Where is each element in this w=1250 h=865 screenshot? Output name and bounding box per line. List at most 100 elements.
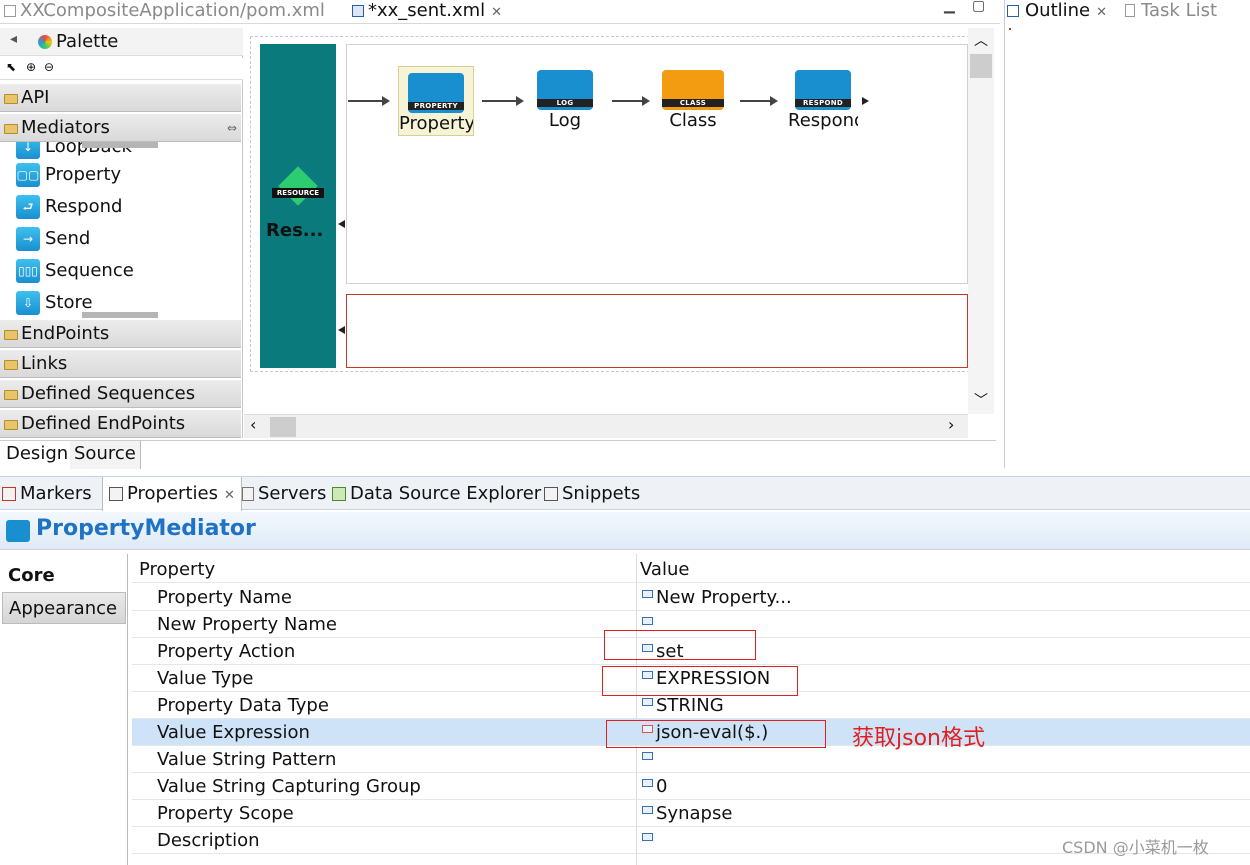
editor-tab-label: *xx_sent.xml [368,0,486,21]
palette-item-label: Respond [45,196,123,217]
loopback-icon: ↓ [16,142,40,159]
mediator-property[interactable]: PROPERTY Property [398,66,474,136]
flow-arrow [740,96,778,106]
folder-icon [4,330,18,340]
tab-task-list[interactable]: Task List [1125,0,1217,24]
palette-item-property[interactable]: ▢▢ Property [16,160,121,190]
palette-item-send[interactable]: → Send [16,224,90,254]
highlight-box-action [604,630,756,660]
property-value-cell[interactable]: Synapse [638,800,732,827]
palette-icon [38,35,52,49]
tab-snippets[interactable]: Snippets [544,477,640,511]
close-icon[interactable]: ✕ [224,488,235,503]
value-text: 0 [656,776,668,797]
mediator-respond[interactable]: RESPOND Respond [788,70,858,132]
palette-item-label: Sequence [45,260,134,281]
maximize-icon[interactable]: ▢ [972,0,985,14]
drawer-defined-sequences[interactable]: Defined Sequences [0,380,241,408]
select-tool-icon[interactable]: ⬉ [6,60,16,74]
property-name-cell: Value String Capturing Group [157,776,421,797]
database-icon [332,487,346,501]
property-value-cell[interactable] [638,746,656,773]
collapse-left-icon[interactable]: ◂ [10,31,17,47]
mediator-class[interactable]: CLASS Class [658,70,728,132]
property-value-cell[interactable]: STRING [638,692,724,719]
mediator-log[interactable]: LOG Log [530,70,600,132]
drawer-mediators[interactable]: Mediators ⇔ [0,114,241,142]
outline-marker [1009,28,1011,30]
property-value-cell[interactable]: New Property... [638,584,792,611]
tab-outline[interactable]: Outline ✕ [1007,0,1107,24]
flow-arrow [612,96,650,106]
property-value-cell[interactable]: 0 [638,773,667,800]
close-icon[interactable]: ✕ [491,5,502,20]
minimize-icon[interactable]: ▁ [944,0,955,14]
value-field-icon [642,617,653,625]
drawer-label: EndPoints [21,323,110,344]
table-row[interactable]: Property Data Type STRING [132,692,1250,719]
tab-data-source-explorer[interactable]: Data Source Explorer [332,477,541,511]
palette-item-sequence[interactable]: ▯▯▯ Sequence [16,256,134,286]
eclipse-window: XXCompositeApplication/pom.xml *xx_sent.… [0,0,1250,865]
palette-title: Palette [56,31,119,52]
drawer-api[interactable]: API [0,84,241,112]
mediator-tag: LOG [537,99,593,107]
highlight-box-expression [606,720,826,748]
scroll-down-handle[interactable] [82,312,158,318]
property-value-cell[interactable] [638,827,656,854]
sequence-icon: ▯▯▯ [16,259,40,283]
zoom-in-icon[interactable]: ⊕ [26,60,36,74]
scroll-thumb[interactable] [270,417,296,437]
tab-core[interactable]: Core [2,560,126,592]
drawer-label: Links [21,353,68,374]
mediator-label: Property [399,113,473,134]
chevron-left-icon[interactable]: ‹ [250,415,256,434]
table-row[interactable]: Property Scope Synapse [132,800,1250,827]
table-row[interactable]: Property Name New Property... [132,584,1250,611]
respond-icon: RESPOND [795,70,851,110]
drawer-label: API [21,87,50,108]
chevron-up-icon[interactable]: ︿ [974,30,988,50]
scroll-thumb[interactable] [970,54,992,78]
editor-tab-xx-sent[interactable]: *xx_sent.xml ✕ [352,0,502,24]
drawer-links[interactable]: Links [0,350,241,378]
palette-item-respond[interactable]: ⮐ Respond [16,192,122,222]
chevron-right-icon[interactable]: › [948,415,954,434]
table-row[interactable]: Value String Capturing Group 0 [132,773,1250,800]
scroll-up-handle[interactable] [82,142,158,148]
tab-markers[interactable]: Markers [2,477,92,511]
close-icon[interactable]: ✕ [1096,5,1107,20]
resource-bar[interactable]: RESOURCE Res... [260,44,336,368]
table-row[interactable]: Value String Pattern [132,746,1250,773]
drawer-label: Defined Sequences [21,383,196,404]
drawer-endpoints[interactable]: EndPoints [0,320,241,348]
tab-properties[interactable]: Properties ✕ [102,477,242,511]
editor-tab-label: XXCompositeApplication/pom.xml [20,0,325,21]
value-text: STRING [656,695,724,716]
mediator-tag: CLASS [662,99,724,107]
tab-servers[interactable]: Servers [242,477,326,511]
canvas-horizontal-scrollbar[interactable]: ‹ › [244,414,968,438]
property-name-cell: Property Scope [157,803,294,824]
pin-icon[interactable]: ⇔ [227,114,237,142]
property-table: Property Value Property Name New Property… [132,554,1250,865]
drawer-defined-endpoints[interactable]: Defined EndPoints [0,410,241,438]
end-arrow-marker [862,97,869,105]
tab-design[interactable]: Design [2,441,74,469]
column-header-property: Property [139,559,216,580]
tab-label: Snippets [562,483,641,504]
tab-source[interactable]: Source [70,441,141,469]
tab-appearance[interactable]: Appearance [2,592,126,624]
design-source-tabs: Design Source [0,440,996,469]
chevron-down-icon[interactable]: ﹀ [974,390,988,410]
task-list-icon [1125,4,1135,17]
zoom-out-icon[interactable]: ⊖ [44,60,54,74]
canvas-vertical-scrollbar[interactable]: ︿ ﹀ [968,28,994,414]
highlight-box-value-type [602,666,798,696]
resource-icon: RESOURCE [272,166,324,216]
send-icon: → [16,227,40,251]
editor-tab-pom[interactable]: XXCompositeApplication/pom.xml [4,0,325,24]
palette-item-label: Property [45,164,122,185]
outline-panel: Outline ✕ Task List [1004,0,1250,468]
property-name-cell: New Property Name [157,614,337,635]
